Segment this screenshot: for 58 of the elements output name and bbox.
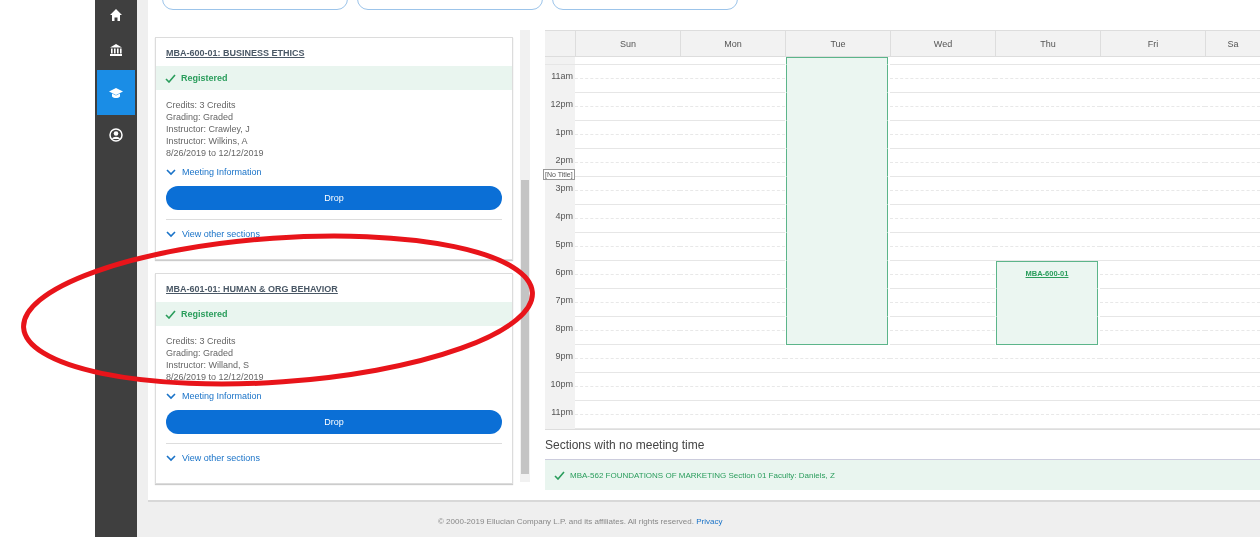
time-label: 1pm [555,127,573,137]
calendar-slot[interactable] [786,57,888,65]
day-header: Fri [1100,31,1205,56]
check-icon [165,73,176,83]
time-label: 5pm [555,239,573,249]
calendar-slot[interactable] [786,317,888,345]
time-label: 11am [551,71,573,81]
time-label: 6pm [555,267,573,277]
day-header: Sun [575,31,680,56]
meeting-info-link[interactable]: Meeting Information [166,167,262,177]
chevron-down-icon [166,168,176,176]
bank-icon [109,43,123,57]
drop-button[interactable]: Drop [166,410,502,434]
privacy-link[interactable]: Privacy [696,517,723,526]
meeting-info-link[interactable]: Meeting Information [166,391,262,401]
detail-text: Grading: Graded [166,347,235,359]
status-text: Registered [181,73,228,83]
home-icon [109,8,123,22]
day-header: Thu [995,31,1100,56]
time-label: 12pm [550,99,573,109]
check-icon [554,470,565,480]
detail-text: 8/26/2019 to 12/12/2019 [166,147,265,159]
copyright-text: © 2000-2019 Ellucian Company L.P. and its affiliates. All rights reserved. [438,517,694,526]
view-sections-link[interactable]: View other sections [166,229,260,239]
detail-text: 8/26/2019 to 12/12/2019 [166,371,265,383]
section-heading: Sections with no meeting time [545,438,706,452]
drop-button[interactable]: Drop [166,186,502,210]
scrollbar[interactable] [520,30,530,482]
detail-text: Credits: 3 Credits [166,335,237,347]
time-label: 11pm [551,407,573,417]
time-label: 9pm [555,351,573,361]
course-title-link[interactable]: MBA-600-01: BUSINESS ETHICS [166,48,305,58]
detail-text: Instructor: Willand, S [166,359,251,371]
chevron-down-icon [166,230,176,238]
time-label: 3pm [555,183,573,193]
day-header: Tue [785,31,890,56]
status-text: Registered [181,309,228,319]
check-icon [165,309,176,319]
chevron-down-icon [166,392,176,400]
detail-text: Grading: Graded [166,111,235,123]
graduation-cap-icon [109,85,123,100]
chevron-down-icon [166,454,176,462]
detail-text: Instructor: Wilkins, A [166,135,249,147]
time-label: 8pm [555,323,573,333]
course-title-link[interactable]: MBA-601-01: HUMAN & ORG BEHAVIOR [166,284,338,294]
day-header: Sa [1205,31,1260,56]
detail-text: Instructor: Crawley, J [166,123,251,135]
time-label: 10pm [550,379,573,389]
view-sections-link[interactable]: View other sections [166,453,260,463]
time-label: 2pm [555,155,573,165]
day-header: Wed [890,31,995,56]
section-text: MBA-562 FOUNDATIONS OF MARKETING Section 01 Faculty: Daniels, Z [570,470,835,480]
user-circle-icon [109,128,123,142]
day-header: Mon [680,31,785,56]
detail-text: Credits: 3 Credits [166,99,237,111]
time-label: 4pm [555,211,573,221]
calendar-slot[interactable] [996,317,1098,345]
time-label: 7pm [555,295,573,305]
